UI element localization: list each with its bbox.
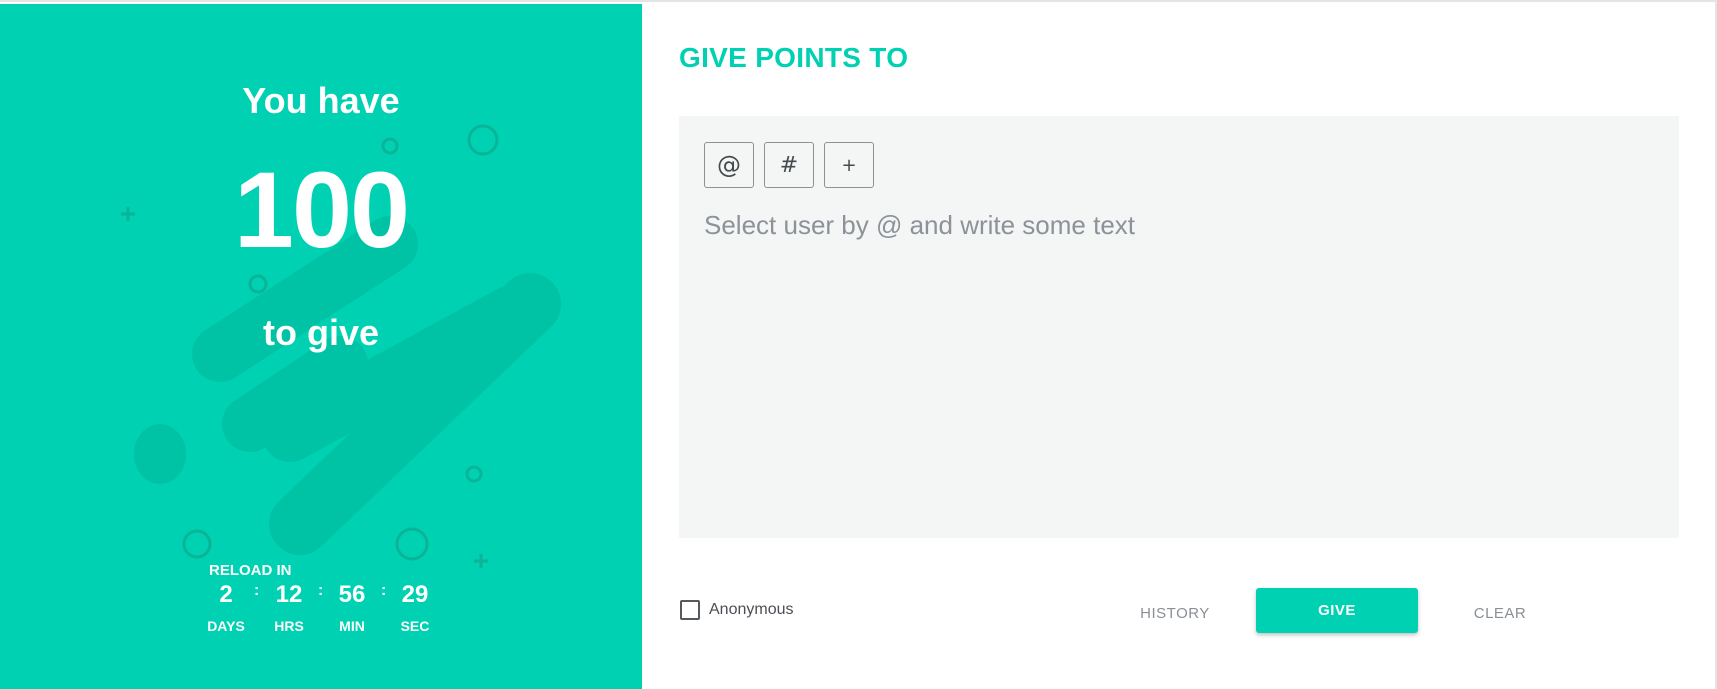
history-button[interactable]: HISTORY	[1120, 594, 1230, 634]
countdown-days-value: 2	[219, 581, 233, 608]
reload-label: RELOAD IN	[209, 562, 292, 579]
hashtag-button[interactable]: #	[764, 142, 814, 188]
countdown-minutes-label: MIN	[339, 618, 365, 634]
points-panel: You have 100 to give RELOAD IN 2 DAYS : …	[0, 4, 642, 689]
give-button[interactable]: GIVE	[1256, 588, 1418, 633]
points-subheading: to give	[262, 312, 379, 353]
add-points-button[interactable]: +	[824, 142, 874, 188]
mention-button[interactable]: @	[704, 142, 754, 188]
app-frame: You have 100 to give RELOAD IN 2 DAYS : …	[0, 0, 1717, 689]
countdown-hours-label: HRS	[274, 618, 304, 634]
countdown-separator: :	[381, 582, 387, 599]
countdown-minutes: 56 MIN	[324, 580, 380, 636]
anonymous-checkbox[interactable]	[680, 600, 700, 620]
countdown-separator: :	[254, 582, 260, 599]
points-heading: You have	[242, 80, 400, 121]
reload-countdown: 2 DAYS : 12 HRS : 56 MIN : 29 SEC	[198, 580, 438, 640]
message-editor: @ # +	[679, 116, 1679, 538]
countdown-seconds: 29 SEC	[387, 580, 443, 636]
anonymous-label: Anonymous	[709, 601, 794, 618]
countdown-days-label: DAYS	[207, 618, 245, 634]
countdown-days: 2 DAYS	[198, 580, 254, 636]
countdown-hours-value: 12	[275, 581, 303, 608]
countdown-separator: :	[318, 582, 324, 599]
points-balance: 100	[233, 149, 410, 270]
give-points-title: GIVE POINTS TO	[679, 42, 909, 73]
countdown-seconds-value: 29	[401, 581, 429, 608]
countdown-minutes-value: 56	[338, 581, 366, 608]
message-input[interactable]	[704, 210, 1654, 510]
clear-button[interactable]: CLEAR	[1445, 594, 1555, 634]
countdown-hours: 12 HRS	[261, 580, 317, 636]
countdown-seconds-label: SEC	[400, 618, 430, 634]
